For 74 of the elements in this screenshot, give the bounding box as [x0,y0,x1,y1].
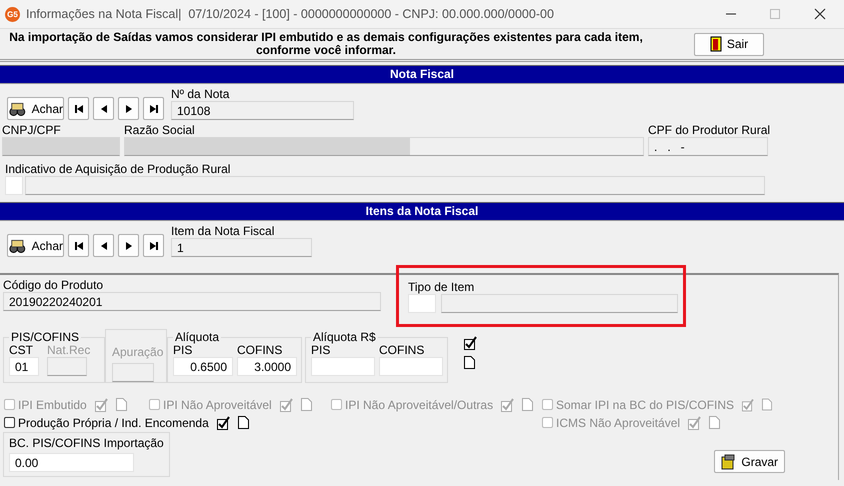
field-label: Razão Social [124,123,196,137]
input-field[interactable]: 1 [171,238,312,257]
check-all-icon[interactable] [216,416,230,430]
checkbox[interactable]: Produção Própria / Ind. Encomenda [4,416,209,430]
input-field[interactable] [379,357,443,376]
input-field[interactable] [408,294,436,313]
window-title: Informações na Nota Fiscal| 07/10/2024 - [100] - 0000000000000 - CNPJ: 00.000.000/0000-00 [26,7,555,21]
first-record-icon [72,102,84,114]
field-label: BC. PIS/COFINS Importação [9,436,164,450]
binoculars-icon [8,100,27,116]
field-label: Código do Produto [3,278,104,292]
check-all-icon[interactable] [501,398,514,412]
last-record-icon [148,102,160,114]
field-label: Tipo de Item [408,280,476,294]
field-label: Nat.Rec [47,343,90,357]
group-title: Alíquota [174,331,220,343]
next-record-button[interactable] [118,97,139,120]
group-title: Alíquota R$ [312,331,377,343]
first-record-button[interactable] [68,234,89,257]
first-record-button[interactable] [68,97,89,120]
check-all-icon[interactable] [742,398,754,412]
find-button[interactable]: Achar [7,234,64,257]
input-field[interactable] [112,363,154,382]
field-label: CST [9,343,34,357]
field-label: COFINS [237,343,284,357]
input-field[interactable] [311,357,375,376]
input-field[interactable]: 01 [9,357,39,376]
field-label: CNPJ/CPF [2,123,62,137]
document-icon[interactable] [238,416,249,429]
input-field[interactable] [2,137,120,156]
input-field[interactable]: . . - [648,137,768,156]
input-field[interactable]: 0.6500 [173,357,233,376]
input-field[interactable] [5,176,23,195]
maximize-icon[interactable] [770,9,780,19]
notice-message: Na importação de Saídas vamos considerar IPI embutido e as demais configurações existentes para cada item, conforme você informar. [8,31,644,57]
last-record-button[interactable] [143,234,164,257]
check-all-icon[interactable] [280,398,293,412]
previous-record-button[interactable] [93,97,114,120]
input-field[interactable] [124,137,644,156]
group-title: PIS/COFINS [10,331,80,343]
check-all-icon[interactable] [464,336,477,350]
section-header: Itens da Nota Fiscal [0,202,844,221]
field-label: COFINS [379,343,426,357]
last-record-button[interactable] [143,97,164,120]
field-label: Nº da Nota [171,87,230,101]
input-field[interactable]: 20190220240201 [3,292,381,311]
input-field[interactable] [47,357,87,376]
field-label: Apuração [112,345,164,359]
field-label: CPF do Produtor Rural [648,123,770,137]
app-logo: G5 [5,6,20,22]
input-field[interactable]: 10108 [171,101,354,120]
check-all-icon[interactable] [688,416,702,430]
last-record-icon [148,240,160,252]
binoculars-icon [8,238,27,254]
check-all-icon[interactable] [94,398,108,412]
save-button[interactable]: Gravar [714,450,785,473]
input-field[interactable]: 3.0000 [237,357,297,376]
input-field[interactable] [25,176,765,195]
field-label: PIS [311,343,330,357]
exit-button[interactable]: Sair [694,32,764,56]
first-record-icon [72,240,84,252]
previous-record-button[interactable] [93,234,114,257]
section-header: Nota Fiscal [0,65,844,84]
find-button[interactable]: Achar [7,97,64,120]
save-icon [720,454,736,470]
input-field[interactable] [441,294,678,313]
document-icon[interactable] [464,356,475,369]
next-record-button[interactable] [118,234,139,257]
field-label: PIS [173,343,192,357]
input-field[interactable]: 0.00 [9,453,134,472]
door-icon [710,36,722,52]
close-icon[interactable] [814,8,826,20]
field-label: Item da Nota Fiscal [171,224,276,238]
field-label: Indicativo de Aquisição de Produção Rural [5,162,232,176]
